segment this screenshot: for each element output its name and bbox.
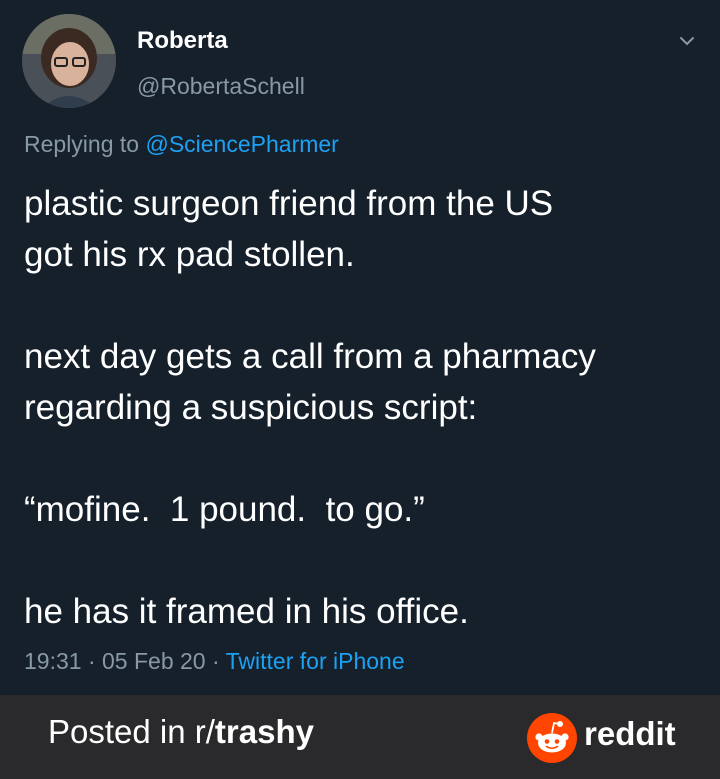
reply-context: Replying to @SciencePharmer xyxy=(24,131,339,158)
tweet-line: got his rx pad stollen. xyxy=(24,235,355,274)
avatar[interactable] xyxy=(22,14,116,108)
author-handle[interactable]: @RobertaSchell xyxy=(137,73,305,100)
reddit-wordmark: reddit xyxy=(584,715,676,752)
posted-prefix: Posted in r/ xyxy=(48,713,215,750)
tweet-line: plastic surgeon friend from the US xyxy=(24,184,554,223)
tweet-meta: 19:31 · 05 Feb 20 · Twitter for iPhone xyxy=(24,648,405,675)
tweet-card: Roberta @RobertaSchell Replying to @Scie… xyxy=(0,0,720,695)
author-name[interactable]: Roberta xyxy=(137,27,228,55)
reply-prefix: Replying to xyxy=(24,131,140,157)
subreddit-name[interactable]: trashy xyxy=(215,713,314,750)
tweet-line: regarding a suspicious script: xyxy=(24,388,478,427)
chevron-down-icon[interactable] xyxy=(676,30,698,52)
tweet-line: “mofine. 1 pound. to go.” xyxy=(24,490,425,529)
reddit-footer-bar: Posted in r/trashy reddit xyxy=(0,695,720,779)
meta-separator: · xyxy=(205,648,226,674)
reply-to-link[interactable]: @SciencePharmer xyxy=(145,131,338,157)
posted-in-label: Posted in r/trashy xyxy=(48,713,314,751)
tweet-time: 19:31 xyxy=(24,648,82,674)
avatar-photo xyxy=(22,14,116,108)
tweet-date: 05 Feb 20 xyxy=(102,648,206,674)
meta-separator: · xyxy=(81,648,103,674)
tweet-text: plastic surgeon friend from the US got h… xyxy=(24,178,704,637)
tweet-line: he has it framed in his office. xyxy=(24,592,469,631)
tweet-line: next day gets a call from a pharmacy xyxy=(24,337,596,376)
reddit-logo-icon xyxy=(527,713,577,763)
tweet-source-link[interactable]: Twitter for iPhone xyxy=(226,648,405,674)
